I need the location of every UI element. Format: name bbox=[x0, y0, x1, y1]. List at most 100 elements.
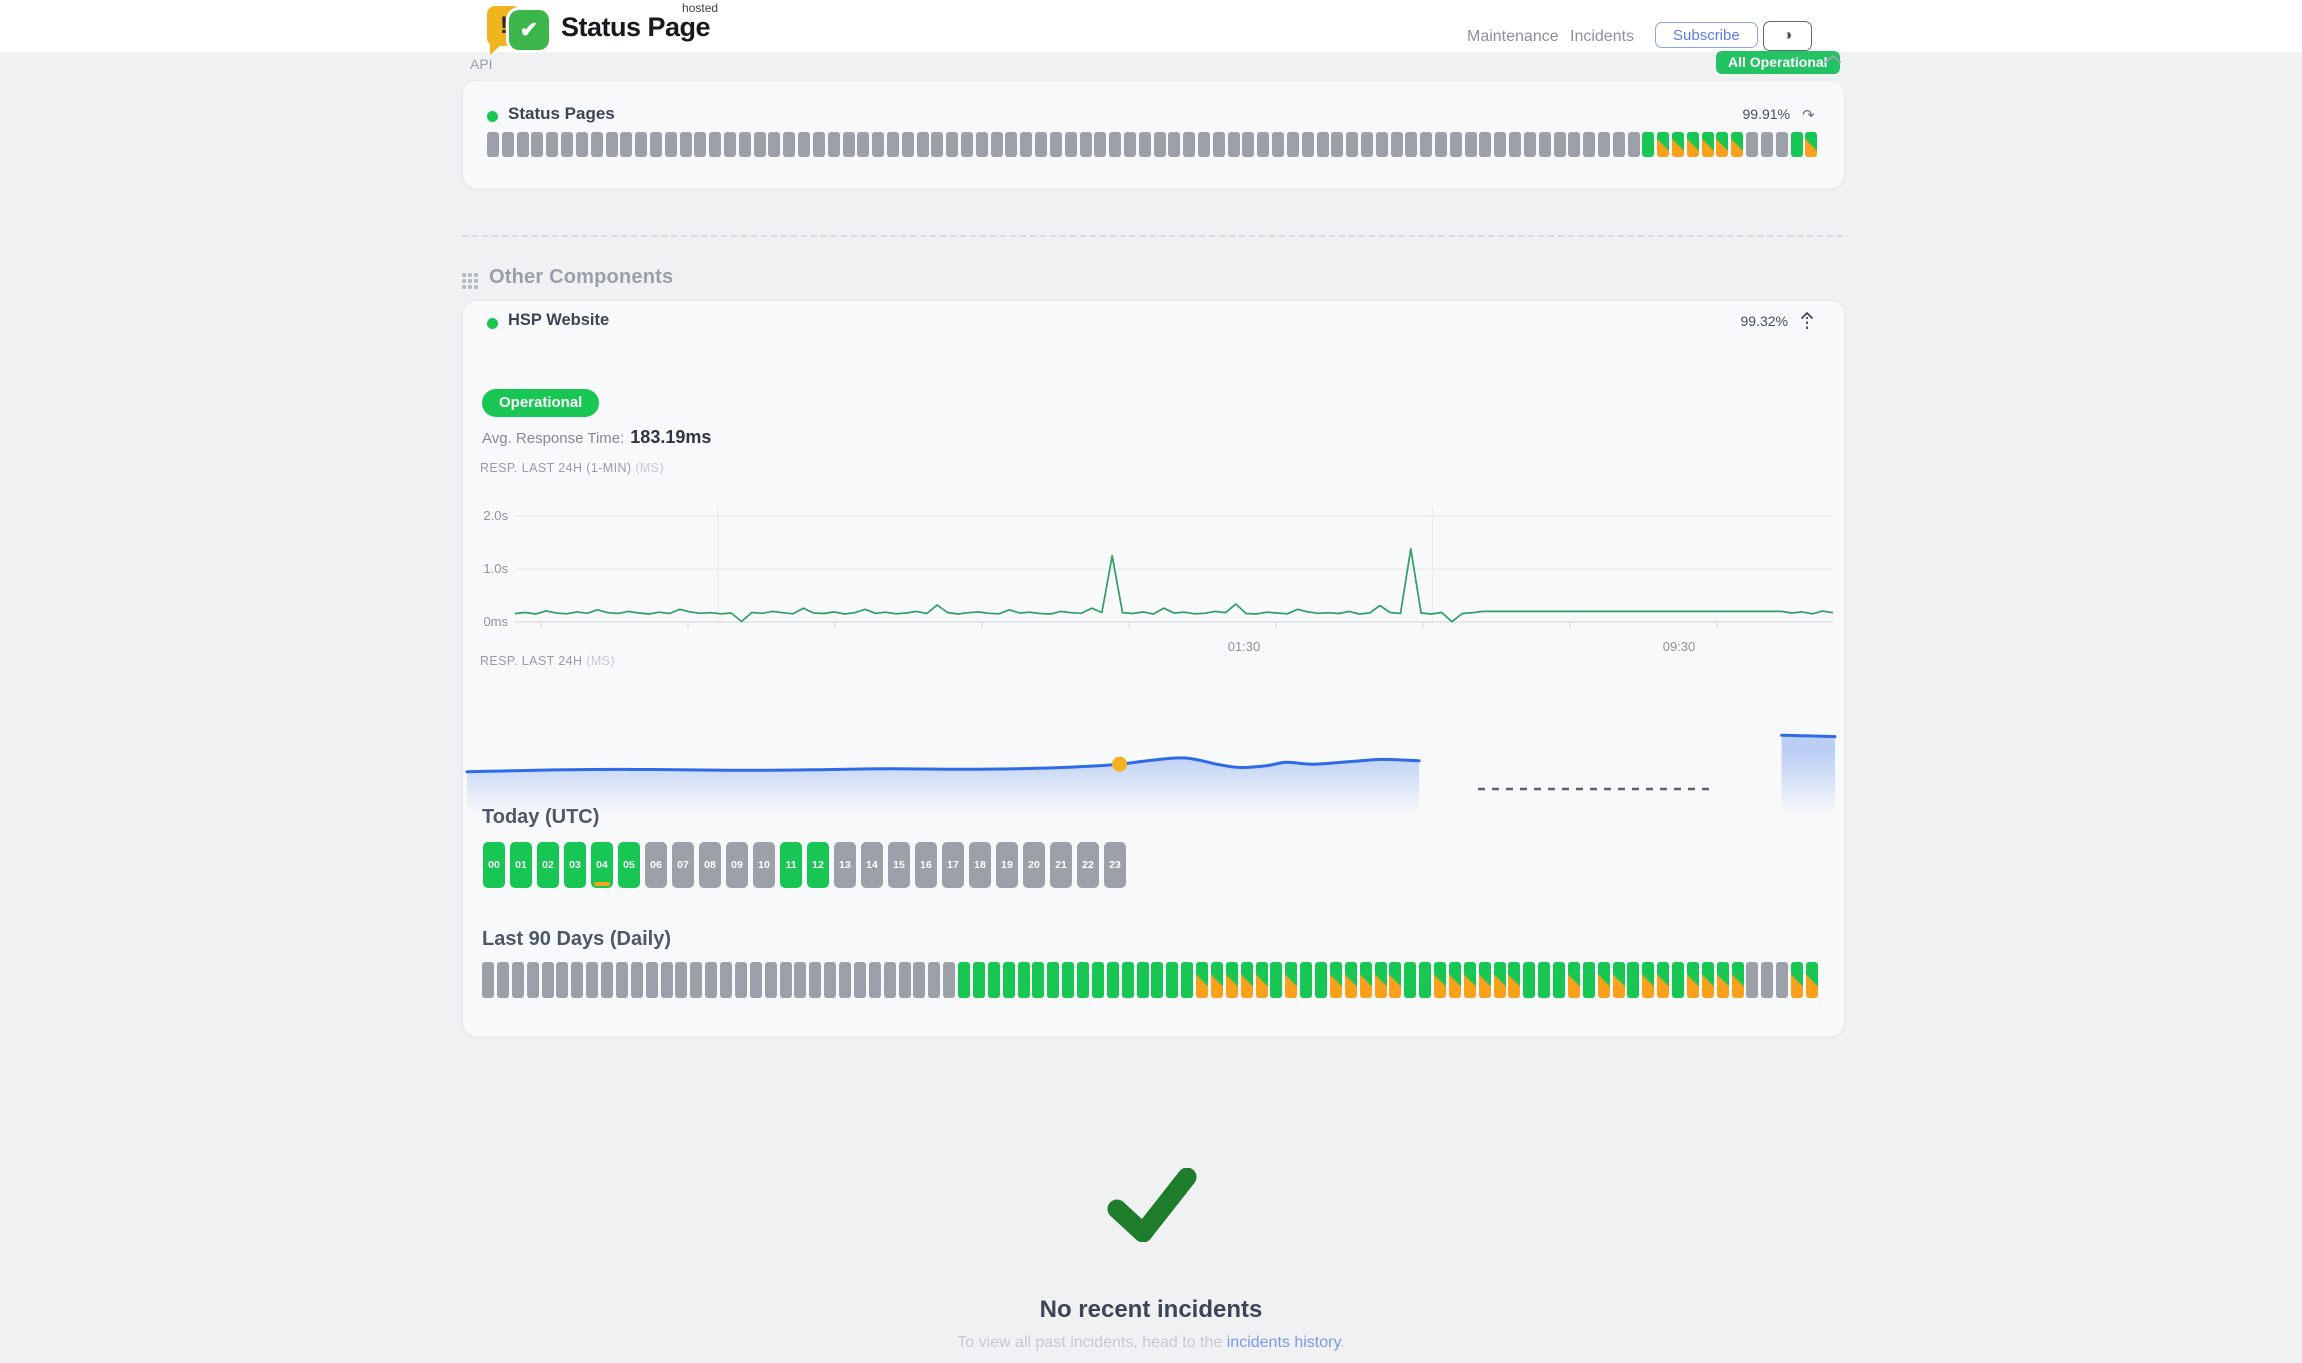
uptime-bar[interactable] bbox=[813, 132, 825, 157]
day-block[interactable] bbox=[1226, 962, 1238, 998]
hour-block-17[interactable]: 17 bbox=[942, 842, 964, 888]
nav-incidents-link[interactable]: Incidents bbox=[1570, 28, 1634, 46]
hour-block-16[interactable]: 16 bbox=[915, 842, 937, 888]
day-block[interactable] bbox=[1613, 962, 1625, 998]
uptime-bar[interactable] bbox=[1005, 132, 1017, 157]
day-block[interactable] bbox=[586, 962, 598, 998]
uptime-bar[interactable] bbox=[754, 132, 766, 157]
hour-block-15[interactable]: 15 bbox=[888, 842, 910, 888]
day-block[interactable] bbox=[1256, 962, 1268, 998]
day-block[interactable] bbox=[1523, 962, 1535, 998]
uptime-bar[interactable] bbox=[798, 132, 810, 157]
uptime-bar[interactable] bbox=[1746, 132, 1758, 157]
day-block[interactable] bbox=[1241, 962, 1253, 998]
uptime-bar[interactable] bbox=[591, 132, 603, 157]
uptime-bar[interactable] bbox=[1494, 132, 1506, 157]
hour-block-23[interactable]: 23 bbox=[1104, 842, 1126, 888]
day-block[interactable] bbox=[1746, 962, 1758, 998]
uptime-bar[interactable] bbox=[1124, 132, 1136, 157]
uptime-bar[interactable] bbox=[1346, 132, 1358, 157]
day-block[interactable] bbox=[1672, 962, 1684, 998]
uptime-bar[interactable] bbox=[917, 132, 929, 157]
uptime-bar[interactable] bbox=[1554, 132, 1566, 157]
uptime-bar[interactable] bbox=[1598, 132, 1610, 157]
day-block[interactable] bbox=[765, 962, 777, 998]
day-block[interactable] bbox=[1151, 962, 1163, 998]
hour-block-05[interactable]: 05 bbox=[618, 842, 640, 888]
day-block[interactable] bbox=[735, 962, 747, 998]
day-block[interactable] bbox=[1300, 962, 1312, 998]
response-time-chart-24h[interactable] bbox=[462, 690, 1843, 815]
uptime-bar[interactable] bbox=[1154, 132, 1166, 157]
day-block[interactable] bbox=[1702, 962, 1714, 998]
day-block[interactable] bbox=[988, 962, 1000, 998]
uptime-bar[interactable] bbox=[1331, 132, 1343, 157]
day-block[interactable] bbox=[1732, 962, 1744, 998]
uptime-bar[interactable] bbox=[1672, 132, 1684, 157]
uptime-bar[interactable] bbox=[1242, 132, 1254, 157]
uptime-bar[interactable] bbox=[768, 132, 780, 157]
uptime-bar[interactable] bbox=[1642, 132, 1654, 157]
uptime-bar[interactable] bbox=[1213, 132, 1225, 157]
hour-block-00[interactable]: 00 bbox=[483, 842, 505, 888]
day-block[interactable] bbox=[839, 962, 851, 998]
uptime-bar[interactable] bbox=[739, 132, 751, 157]
uptime-bar[interactable] bbox=[1035, 132, 1047, 157]
day-block[interactable] bbox=[497, 962, 509, 998]
day-block[interactable] bbox=[1642, 962, 1654, 998]
day-block[interactable] bbox=[1360, 962, 1372, 998]
uptime-bar[interactable] bbox=[606, 132, 618, 157]
uptime-bar[interactable] bbox=[1065, 132, 1077, 157]
uptime-bar[interactable] bbox=[1287, 132, 1299, 157]
day-block[interactable] bbox=[943, 962, 955, 998]
hour-block-22[interactable]: 22 bbox=[1077, 842, 1099, 888]
uptime-bar[interactable] bbox=[546, 132, 558, 157]
trend-up-arrow-icon[interactable] bbox=[1800, 311, 1814, 331]
day-block[interactable] bbox=[601, 962, 613, 998]
uptime-bar[interactable] bbox=[783, 132, 795, 157]
day-block[interactable] bbox=[899, 962, 911, 998]
day-block[interactable] bbox=[1494, 962, 1506, 998]
day-block[interactable] bbox=[1330, 962, 1342, 998]
day-block[interactable] bbox=[1434, 962, 1446, 998]
day-block[interactable] bbox=[1449, 962, 1461, 998]
uptime-bar[interactable] bbox=[1020, 132, 1032, 157]
history-refresh-icon[interactable]: ↷ bbox=[1802, 106, 1815, 124]
uptime-bar[interactable] bbox=[991, 132, 1003, 157]
day-block[interactable] bbox=[1032, 962, 1044, 998]
day-block[interactable] bbox=[512, 962, 524, 998]
uptime-bar[interactable] bbox=[1391, 132, 1403, 157]
day-block[interactable] bbox=[1181, 962, 1193, 998]
day-block[interactable] bbox=[1627, 962, 1639, 998]
day-block[interactable] bbox=[1285, 962, 1297, 998]
hour-block-03[interactable]: 03 bbox=[564, 842, 586, 888]
uptime-bar[interactable] bbox=[1376, 132, 1388, 157]
uptime-bar[interactable] bbox=[872, 132, 884, 157]
day-block[interactable] bbox=[705, 962, 717, 998]
day-block[interactable] bbox=[720, 962, 732, 998]
uptime-bar[interactable] bbox=[1687, 132, 1699, 157]
uptime-bar[interactable] bbox=[828, 132, 840, 157]
day-block[interactable] bbox=[1166, 962, 1178, 998]
day-block[interactable] bbox=[631, 962, 643, 998]
day-block[interactable] bbox=[556, 962, 568, 998]
uptime-bar[interactable] bbox=[843, 132, 855, 157]
day-block[interactable] bbox=[824, 962, 836, 998]
uptime-bar[interactable] bbox=[517, 132, 529, 157]
hour-block-18[interactable]: 18 bbox=[969, 842, 991, 888]
uptime-bar[interactable] bbox=[1479, 132, 1491, 157]
hour-block-13[interactable]: 13 bbox=[834, 842, 856, 888]
day-block[interactable] bbox=[1122, 962, 1134, 998]
day-block[interactable] bbox=[869, 962, 881, 998]
hour-block-20[interactable]: 20 bbox=[1023, 842, 1045, 888]
day-block[interactable] bbox=[1657, 962, 1669, 998]
hour-block-04[interactable]: 04 bbox=[591, 842, 613, 888]
uptime-bar[interactable] bbox=[635, 132, 647, 157]
uptime-bar[interactable] bbox=[1317, 132, 1329, 157]
uptime-bar[interactable] bbox=[857, 132, 869, 157]
uptime-bar[interactable] bbox=[680, 132, 692, 157]
uptime-bar[interactable] bbox=[931, 132, 943, 157]
day-block[interactable] bbox=[750, 962, 762, 998]
day-block[interactable] bbox=[1315, 962, 1327, 998]
component-name-hsp-website[interactable]: HSP Website bbox=[508, 311, 609, 330]
